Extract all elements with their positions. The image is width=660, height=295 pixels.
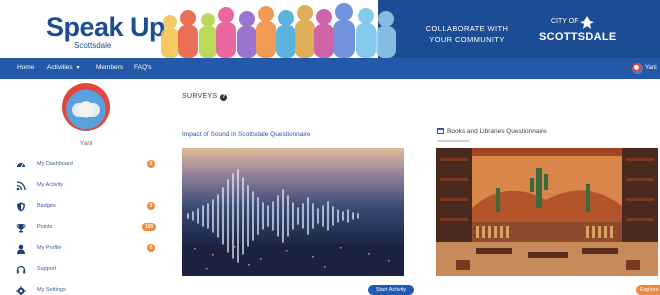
headset-icon [16, 265, 26, 274]
sidebar-badge: 100 [142, 223, 156, 231]
dashboard-gauge-icon [17, 163, 25, 168]
profile-avatar[interactable] [62, 83, 110, 131]
sidebar-item-points[interactable]: Points 100 [0, 221, 165, 239]
nav-home[interactable]: Home [17, 64, 34, 71]
site-logo-subtitle: Scottsdale [74, 41, 112, 50]
library-interior-image[interactable] [436, 148, 658, 276]
sidebar-item-label: My Settings [37, 287, 66, 293]
nav-user-avatar[interactable] [632, 63, 643, 74]
sidebar-item-label: Badges [37, 203, 56, 209]
nav-members[interactable]: Members [96, 64, 123, 71]
sidebar-badge: 0 [147, 244, 155, 252]
sidebar-item-badges[interactable]: Badges 0 [0, 200, 165, 218]
sidebar-item-support[interactable]: Support [0, 263, 165, 281]
tagline-line-1: COLLABORATE WITH [425, 24, 509, 33]
card-title-books-text: Books and Libraries Questionnaire [447, 128, 547, 135]
card-title-sound[interactable]: Impact of Sound in Scottsdale Questionna… [182, 131, 311, 138]
user-icon [17, 244, 25, 254]
sidebar-item-settings[interactable]: My Settings [0, 284, 165, 295]
sidebar-item-activity[interactable]: My Activity [0, 179, 165, 197]
sidebar-badge: 0 [147, 202, 155, 210]
card-title-books[interactable]: Books and Libraries Questionnaire [437, 128, 547, 135]
sidebar-item-profile[interactable]: My Profile 0 [0, 242, 165, 260]
card-subtitle-placeholder [437, 140, 469, 142]
tagline-line-2: YOUR COMMUNITY [429, 35, 505, 44]
library-graphic [436, 148, 658, 276]
city-scottsdale-logo[interactable]: SCOTTSDALE [539, 31, 617, 43]
sound-waveform-city-image[interactable] [182, 148, 404, 276]
nav-user-name[interactable]: Yani [645, 65, 657, 71]
gear-icon [16, 286, 26, 295]
sidebar-item-label: My Profile [37, 245, 62, 251]
sidebar-item-label: Support [37, 266, 57, 272]
start-activity-button[interactable]: Start Activity [368, 285, 414, 295]
calendar-icon [437, 128, 444, 134]
waveform-graphic [182, 169, 404, 276]
sidebar-item-label: My Activity [37, 182, 63, 188]
profile-name: Yani [79, 140, 93, 147]
info-icon[interactable]: ? [220, 94, 228, 101]
surveys-section-title: SURVEYS? [182, 93, 228, 101]
sidebar-badge: 0 [147, 160, 155, 168]
surveys-title-text: SURVEYS [182, 93, 218, 100]
sidebar-item-dashboard[interactable]: My Dashboard 0 [0, 158, 165, 176]
nav-activities-label: Activities [47, 64, 73, 71]
sidebar-item-label: Points [37, 224, 53, 230]
explore-button[interactable]: Explore [636, 285, 660, 295]
rss-feed-icon [16, 181, 26, 191]
nav-faqs[interactable]: FAQ's [134, 64, 152, 71]
site-logo-title[interactable]: Speak Up [46, 12, 166, 43]
trophy-icon [16, 224, 26, 233]
banner-tagline: COLLABORATE WITH YOUR COMMUNITY [410, 23, 524, 45]
community-silhouettes-graphic [161, 3, 396, 58]
sidebar-item-label: My Dashboard [37, 161, 73, 167]
city-emblem-icon [580, 16, 594, 29]
city-of-label: CITY OF [551, 18, 579, 25]
shield-icon [17, 202, 25, 212]
chevron-down-icon: ▼ [75, 65, 81, 71]
nav-activities[interactable]: Activities ▼ [47, 64, 81, 71]
page: Speak Up Scottsdale COLLABORATE WITH YOU… [0, 0, 660, 295]
